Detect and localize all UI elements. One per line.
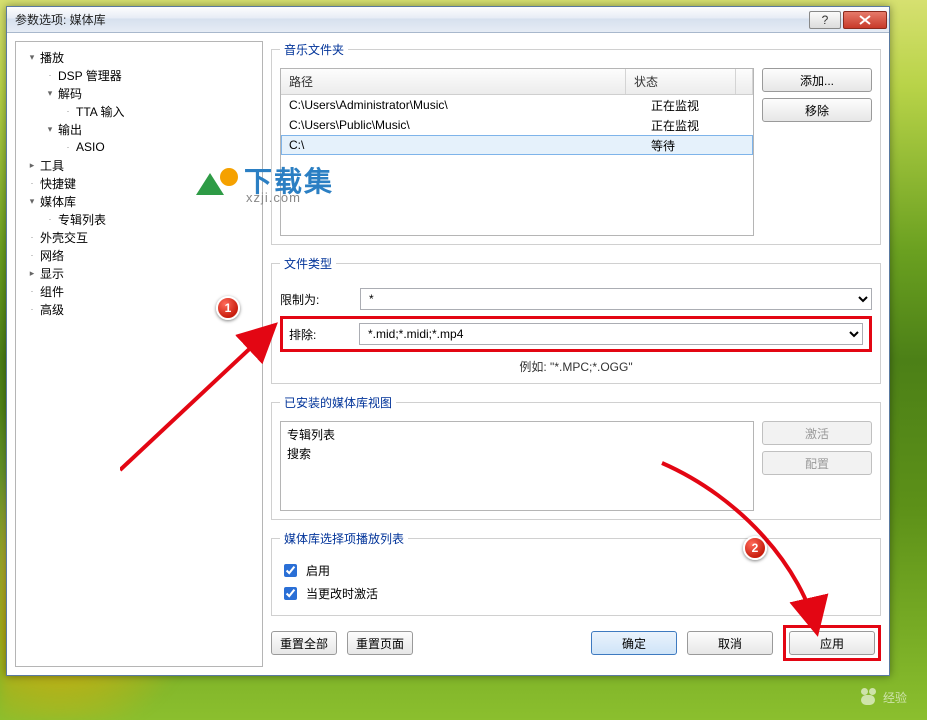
cell-path: C:\ bbox=[281, 137, 643, 153]
annotation-arrow-1 bbox=[120, 310, 290, 480]
tree-item[interactable]: ·ASIO bbox=[20, 138, 258, 156]
tree-item-label: 媒体库 bbox=[40, 193, 76, 210]
tree-item-label: DSP 管理器 bbox=[58, 67, 122, 84]
tree-toggle-icon[interactable]: ▾ bbox=[26, 196, 38, 207]
legend-views: 已安装的媒体库视图 bbox=[280, 394, 396, 411]
tree-toggle-icon[interactable]: ▾ bbox=[26, 52, 38, 63]
table-row[interactable]: C:\Users\Public\Music\正在监视 bbox=[281, 115, 753, 135]
folders-table[interactable]: 路径 状态 C:\Users\Administrator\Music\正在监视C… bbox=[280, 68, 754, 236]
tree-toggle-icon[interactable]: · bbox=[44, 70, 56, 80]
tree-toggle-icon[interactable]: · bbox=[26, 178, 38, 188]
tree-item-label: 播放 bbox=[40, 49, 64, 66]
tree-item[interactable]: ▾输出 bbox=[20, 120, 258, 138]
table-row[interactable]: C:\Users\Administrator\Music\正在监视 bbox=[281, 95, 753, 115]
tree-item-label: 网络 bbox=[40, 247, 64, 264]
close-icon bbox=[859, 15, 871, 25]
enable-label: 启用 bbox=[306, 562, 330, 579]
reset-all-button[interactable]: 重置全部 bbox=[271, 631, 337, 655]
cell-status: 正在监视 bbox=[643, 116, 753, 135]
cell-status: 正在监视 bbox=[643, 96, 753, 115]
close-button[interactable] bbox=[843, 11, 887, 29]
table-row[interactable]: C:\等待 bbox=[281, 135, 753, 155]
col-path[interactable]: 路径 bbox=[281, 69, 626, 94]
window-title: 参数选项: 媒体库 bbox=[15, 11, 807, 28]
tree-item[interactable]: ·外壳交互 bbox=[20, 228, 258, 246]
tree-toggle-icon[interactable]: · bbox=[26, 304, 38, 314]
legend-filetype: 文件类型 bbox=[280, 255, 336, 272]
tree-item-label: 快捷键 bbox=[40, 175, 76, 192]
tree-item[interactable]: ·TTA 输入 bbox=[20, 102, 258, 120]
tree-toggle-icon[interactable]: · bbox=[26, 286, 38, 296]
legend-playlist: 媒体库选择项播放列表 bbox=[280, 530, 408, 547]
help-button[interactable]: ? bbox=[809, 11, 841, 29]
tree-toggle-icon[interactable]: · bbox=[44, 214, 56, 224]
restrict-label: 限制为: bbox=[280, 291, 350, 308]
tree-item-label: 解码 bbox=[58, 85, 82, 102]
tree-toggle-icon[interactable]: ▸ bbox=[26, 268, 38, 279]
enable-checkbox[interactable] bbox=[284, 564, 297, 577]
filetype-hint: 例如: "*.MPC;*.OGG" bbox=[280, 358, 872, 375]
tree-toggle-icon[interactable]: · bbox=[26, 232, 38, 242]
tree-item-label: 工具 bbox=[40, 157, 64, 174]
activate-on-change-checkbox[interactable] bbox=[284, 587, 297, 600]
tree-toggle-icon[interactable]: · bbox=[26, 250, 38, 260]
tree-item[interactable]: ▾播放 bbox=[20, 48, 258, 66]
cell-path: C:\Users\Administrator\Music\ bbox=[281, 97, 643, 113]
cell-path: C:\Users\Public\Music\ bbox=[281, 117, 643, 133]
folders-table-header: 路径 状态 bbox=[281, 69, 753, 95]
tree-item[interactable]: ▾解码 bbox=[20, 84, 258, 102]
tree-item[interactable]: ·DSP 管理器 bbox=[20, 66, 258, 84]
filetype-group: 文件类型 限制为: * 排除: *.mid;*.midi;*.mp4 例如: "… bbox=[271, 255, 881, 384]
col-status[interactable]: 状态 bbox=[626, 69, 736, 94]
tree-item[interactable]: ▸工具 bbox=[20, 156, 258, 174]
tree-toggle-icon[interactable]: ▾ bbox=[44, 124, 56, 135]
restrict-select[interactable]: * bbox=[360, 288, 872, 310]
tree-toggle-icon[interactable]: · bbox=[62, 142, 74, 152]
annotation-badge-1: 1 bbox=[216, 296, 240, 320]
add-folder-button[interactable]: 添加... bbox=[762, 68, 872, 92]
tree-item[interactable]: ·专辑列表 bbox=[20, 210, 258, 228]
activate-view-button[interactable]: 激活 bbox=[762, 421, 872, 445]
tree-item-label: 输出 bbox=[58, 121, 82, 138]
exclude-label: 排除: bbox=[289, 326, 343, 343]
cell-status: 等待 bbox=[643, 136, 753, 155]
tree-toggle-icon[interactable]: · bbox=[62, 106, 74, 116]
annotation-badge-2: 2 bbox=[743, 536, 767, 560]
tree-toggle-icon[interactable]: ▸ bbox=[26, 160, 38, 171]
tree-item-label: 高级 bbox=[40, 301, 64, 318]
exclude-highlight: 排除: *.mid;*.midi;*.mp4 bbox=[280, 316, 872, 352]
activate-on-change-label: 当更改时激活 bbox=[306, 585, 378, 602]
remove-folder-button[interactable]: 移除 bbox=[762, 98, 872, 122]
tree-item-label: 外壳交互 bbox=[40, 229, 88, 246]
tree-item-label: 显示 bbox=[40, 265, 64, 282]
legend-folders: 音乐文件夹 bbox=[280, 41, 348, 58]
tree-item-label: ASIO bbox=[76, 140, 105, 154]
tree-item[interactable]: ·网络 bbox=[20, 246, 258, 264]
tree-item[interactable]: ▸显示 bbox=[20, 264, 258, 282]
tree-item-label: 专辑列表 bbox=[58, 211, 106, 228]
tree-item-label: 组件 bbox=[40, 283, 64, 300]
col-gap bbox=[736, 69, 753, 94]
tree-item[interactable]: ·快捷键 bbox=[20, 174, 258, 192]
reset-page-button[interactable]: 重置页面 bbox=[347, 631, 413, 655]
exclude-select[interactable]: *.mid;*.midi;*.mp4 bbox=[359, 323, 863, 345]
music-folders-group: 音乐文件夹 路径 状态 C:\Users\Administrator\Music… bbox=[271, 41, 881, 245]
tree-item[interactable]: ▾媒体库 bbox=[20, 192, 258, 210]
tree-item-label: TTA 输入 bbox=[76, 103, 124, 120]
titlebar: 参数选项: 媒体库 ? bbox=[7, 7, 889, 33]
list-item[interactable]: 专辑列表 bbox=[287, 426, 747, 443]
tree-toggle-icon[interactable]: ▾ bbox=[44, 88, 56, 99]
